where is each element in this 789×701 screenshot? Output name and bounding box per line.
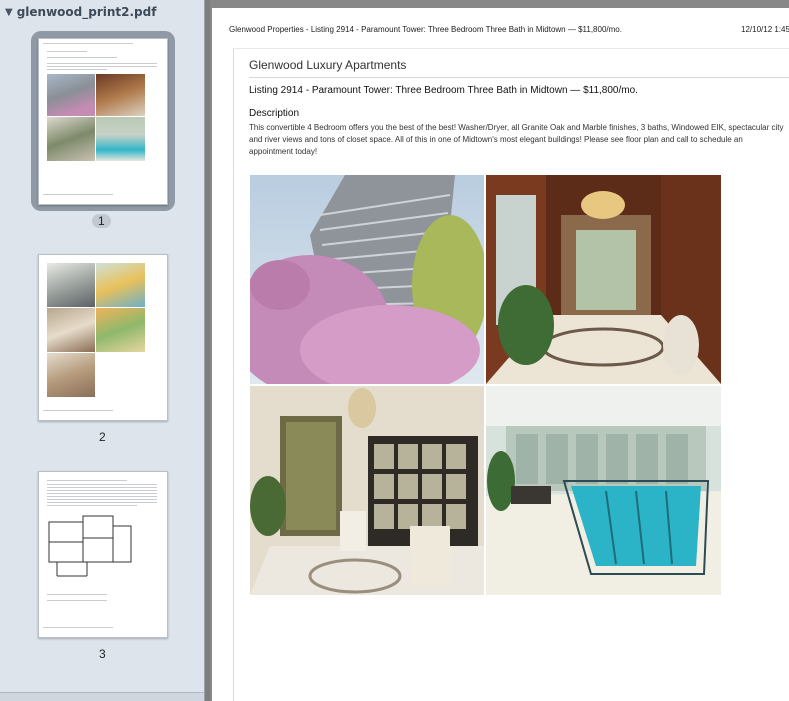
file-name: glenwood_print2.pdf xyxy=(16,5,157,19)
photo-lobby xyxy=(486,175,721,384)
thumbnail-sidebar: ▼ glenwood_print2.pdf 1 2 3 xyxy=(0,0,205,701)
site-title: Glenwood Luxury Apartments xyxy=(249,58,407,72)
floor-plan-thumbnail xyxy=(48,515,132,577)
page-number-3[interactable]: 3 xyxy=(99,647,106,661)
print-date: 12/10/12 1:45 xyxy=(741,25,789,34)
title-divider xyxy=(249,77,789,78)
photo-pool xyxy=(486,386,721,595)
page-thumbnail-1[interactable] xyxy=(38,38,168,205)
sidebar-header[interactable]: ▼ glenwood_print2.pdf xyxy=(0,0,204,24)
description-text: This convertible 4 Bedroom offers you th… xyxy=(249,123,784,156)
print-header: Glenwood Properties - Listing 2914 - Par… xyxy=(229,25,622,34)
sidebar-footer xyxy=(0,692,204,701)
page-number-1[interactable]: 1 xyxy=(92,214,111,228)
document-view[interactable]: Glenwood Properties - Listing 2914 - Par… xyxy=(210,0,789,701)
photo-atrium xyxy=(250,386,484,595)
description-heading: Description xyxy=(249,108,300,119)
page-thumbnail-2[interactable] xyxy=(38,254,168,421)
page-number-2[interactable]: 2 xyxy=(99,430,106,444)
page-thumbnail-3[interactable] xyxy=(38,471,168,638)
photo-building-exterior xyxy=(250,175,484,384)
disclosure-triangle-icon[interactable]: ▼ xyxy=(5,7,13,18)
listing-title: Listing 2914 - Paramount Tower: Three Be… xyxy=(249,85,638,96)
